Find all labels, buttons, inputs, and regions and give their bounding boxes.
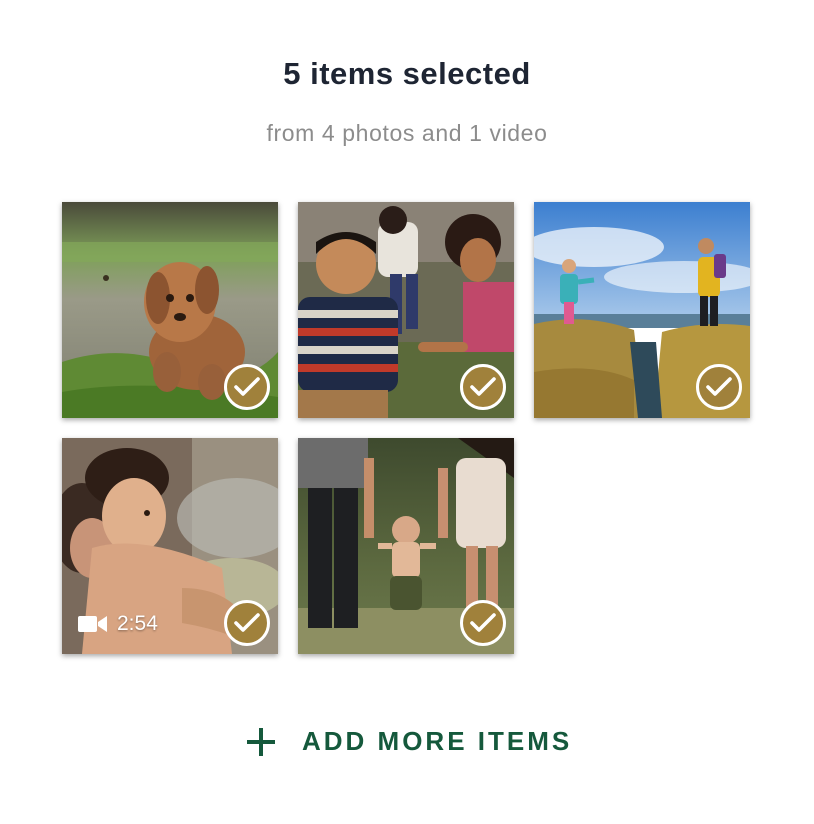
media-tile-dog[interactable]: [62, 202, 278, 418]
add-more-items-button[interactable]: ADD MORE ITEMS: [246, 726, 572, 757]
check-icon[interactable]: [460, 364, 506, 410]
video-camera-icon: [78, 614, 108, 634]
check-icon[interactable]: [460, 600, 506, 646]
video-duration: 2:54: [117, 612, 158, 635]
selection-summary: from 4 photos and 1 video: [266, 120, 548, 146]
check-icon[interactable]: [224, 600, 270, 646]
video-info: 2:54: [78, 612, 158, 636]
media-tile-kids[interactable]: [298, 202, 514, 418]
media-tile-coast[interactable]: [534, 202, 750, 418]
add-more-items-label: ADD MORE ITEMS: [302, 726, 573, 756]
check-icon[interactable]: [224, 364, 270, 410]
check-icon[interactable]: [696, 364, 742, 410]
plus-icon: [246, 727, 276, 757]
media-tile-toddler[interactable]: [298, 438, 514, 654]
media-grid: 2:54: [62, 202, 752, 654]
media-tile-video[interactable]: 2:54: [62, 438, 278, 654]
page-title: 5 items selected: [283, 56, 531, 91]
